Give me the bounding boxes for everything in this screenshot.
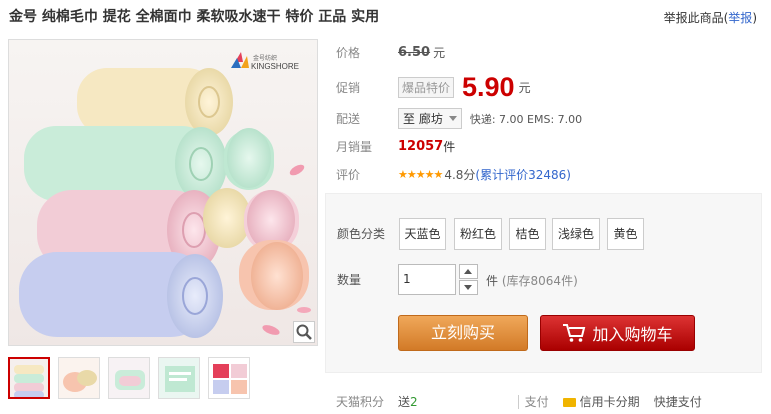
main-product-image[interactable]: 金号纺织 KINGSHORE — [8, 39, 318, 346]
rating-score: 4.8分 — [444, 168, 476, 182]
report-text: 举报此商品( — [663, 11, 729, 25]
original-price: 6.50 — [398, 45, 431, 60]
report-link-area: 举报此商品(举报) — [664, 9, 757, 26]
stock-info: 件 (库存8064件) — [486, 272, 578, 289]
chevron-down-icon — [464, 285, 472, 290]
chevron-down-icon — [448, 116, 457, 121]
price-row: 价格 6.50 元 — [336, 44, 445, 61]
pay-credit-label: 信用卡分期 — [579, 395, 640, 409]
cart-icon — [563, 324, 586, 342]
credit-card-icon — [562, 398, 576, 407]
pay-credit-option[interactable]: 信用卡分期 — [562, 393, 640, 410]
destination-value: 至 廊坊 — [403, 112, 443, 126]
points-label: 天猫积分 — [336, 395, 385, 409]
shipping-fee: 快递: 7.00 EMS: 7.00 — [469, 112, 583, 126]
stock-count: (库存8064件) — [501, 274, 578, 288]
quantity-decrease-button[interactable] — [459, 280, 478, 295]
promo-row: 促销 爆品特价 5.90 元 — [336, 72, 531, 103]
points-value: 2 — [410, 394, 418, 409]
points-text: 送 — [398, 395, 411, 409]
shipping-label: 配送 — [336, 112, 361, 126]
brand-logo-cn: 金号纺织 — [253, 54, 277, 62]
chevron-up-icon — [464, 269, 472, 274]
quantity-increase-button[interactable] — [459, 264, 478, 279]
thumbnail-1[interactable] — [8, 357, 50, 399]
sales-unit: 件 — [443, 140, 456, 154]
sales-label: 月销量 — [336, 140, 373, 154]
pay-fast-label[interactable]: 快捷支付 — [654, 393, 702, 410]
color-option-sky-blue[interactable]: 天蓝色 — [399, 218, 446, 250]
thumbnail-4[interactable] — [158, 357, 200, 399]
quantity-input[interactable]: 1 — [398, 264, 456, 295]
color-option-pink[interactable]: 粉红色 — [454, 218, 502, 250]
color-option-light-green[interactable]: 浅绿色 — [552, 218, 600, 250]
rating-label: 评价 — [336, 168, 361, 182]
bottom-info-row: 天猫积分 送2 支付 信用卡分期 快捷支付 — [336, 393, 766, 410]
report-link[interactable]: 举报 — [728, 11, 752, 25]
thumbnail-3[interactable] — [108, 357, 150, 399]
shipping-row: 配送 至 廊坊 快递: 7.00 EMS: 7.00 — [336, 108, 582, 129]
rating-row: 评价 ★★★★★ 4.8分 (累计评价32486) — [336, 166, 571, 183]
quantity-label: 数量 — [337, 273, 362, 287]
price-label: 价格 — [336, 46, 361, 60]
color-option-yellow[interactable]: 黄色 — [607, 218, 644, 250]
product-title: 金号 纯棉毛巾 提花 全棉面巾 柔软吸水速干 特价 正品 实用 — [9, 9, 380, 25]
promo-unit: 元 — [518, 81, 531, 95]
brand-logo-text: KINGSHORE — [251, 62, 299, 71]
magnifier-icon — [296, 324, 312, 340]
report-close: ) — [752, 11, 757, 25]
pay-label: 支付 — [524, 395, 549, 409]
towel-illustration: 金号纺织 KINGSHORE — [9, 40, 317, 345]
sales-row: 月销量 12057 件 — [336, 138, 455, 155]
destination-select[interactable]: 至 廊坊 — [398, 108, 462, 129]
divider — [517, 394, 519, 409]
buy-now-button[interactable]: 立刻购买 — [398, 315, 528, 351]
add-to-cart-button[interactable]: 加入购物车 — [540, 315, 695, 351]
promo-price: 5.90 — [462, 72, 515, 102]
promo-label: 促销 — [336, 81, 361, 95]
rating-stars-icon: ★★★★★ — [398, 168, 443, 181]
thumbnail-5[interactable] — [208, 357, 250, 399]
zoom-button[interactable] — [293, 321, 315, 343]
add-to-cart-label: 加入购物车 — [592, 325, 673, 344]
sku-panel: 颜色分类 天蓝色 粉红色 桔色 浅绿色 黄色 数量 1 件 (库存8064件) … — [325, 193, 762, 373]
review-count-link[interactable]: (累计评价32486) — [475, 166, 571, 183]
thumbnail-2[interactable] — [58, 357, 100, 399]
price-unit: 元 — [433, 46, 446, 60]
quantity-unit: 件 — [486, 274, 499, 288]
promo-tag: 爆品特价 — [398, 77, 455, 98]
color-option-orange[interactable]: 桔色 — [509, 218, 546, 250]
color-label: 颜色分类 — [337, 227, 386, 241]
thumbnail-strip — [8, 357, 250, 399]
sales-count: 12057 — [398, 139, 444, 154]
